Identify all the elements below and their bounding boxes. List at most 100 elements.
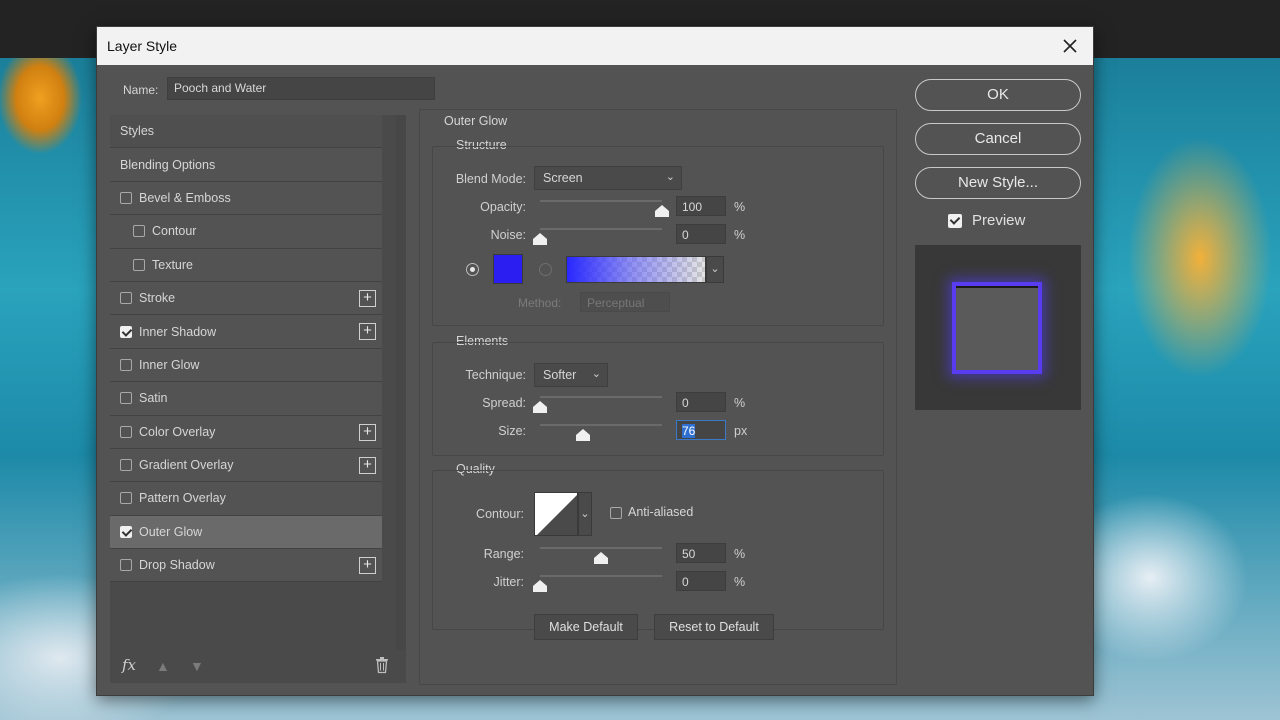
style-item-gradient-overlay[interactable]: Gradient Overlay + — [110, 448, 382, 483]
fx-icon[interactable]: fx — [122, 656, 136, 674]
method-value: Perceptual — [587, 296, 645, 310]
texture-checkbox[interactable] — [133, 258, 145, 271]
style-item-satin[interactable]: Satin — [110, 382, 382, 416]
close-icon[interactable] — [1057, 33, 1083, 59]
style-item-color-overlay[interactable]: Color Overlay + — [110, 415, 382, 449]
style-item-pattern-overlay[interactable]: Pattern Overlay — [110, 482, 382, 516]
style-item-blending-options[interactable]: Blending Options — [110, 148, 382, 182]
styles-scrollbar[interactable] — [396, 115, 406, 650]
size-input[interactable]: 76 — [676, 420, 726, 440]
ok-button[interactable]: OK — [915, 79, 1081, 111]
preview-checkbox[interactable] — [948, 214, 962, 228]
add-inner-shadow-icon[interactable]: + — [359, 323, 376, 341]
spread-slider-track[interactable] — [540, 396, 662, 398]
range-value: 50 — [682, 547, 696, 561]
preview-thumbnail — [915, 245, 1081, 410]
anti-aliased-checkbox[interactable] — [610, 507, 622, 519]
jitter-slider-thumb[interactable] — [533, 580, 547, 592]
contour-dropdown[interactable]: ⌄ — [578, 492, 592, 536]
gradient-overlay-checkbox[interactable] — [120, 459, 132, 472]
styles-panel-footer: fx ▲ ▼ — [110, 650, 406, 683]
anti-aliased-label: Anti-aliased — [628, 505, 694, 519]
spread-unit: % — [734, 396, 746, 410]
technique-select[interactable]: Softer ⌄ — [534, 363, 608, 387]
make-default-button[interactable]: Make Default — [534, 614, 638, 640]
style-item-label: Inner Shadow — [139, 324, 217, 339]
style-item-stroke[interactable]: Stroke + — [110, 281, 382, 316]
glow-color-swatch[interactable] — [493, 254, 523, 284]
style-item-label: Blending Options — [120, 157, 216, 172]
style-item-label: Contour — [152, 224, 197, 239]
style-item-bevel-emboss[interactable]: Bevel & Emboss — [110, 181, 382, 216]
range-slider-thumb[interactable] — [594, 552, 608, 564]
add-drop-shadow-icon[interactable]: + — [359, 557, 376, 575]
blend-mode-select[interactable]: Screen ⌄ — [534, 166, 682, 190]
size-label: Size: — [498, 424, 526, 438]
spread-input[interactable]: 0 — [676, 392, 726, 412]
pattern-overlay-checkbox[interactable] — [120, 492, 132, 505]
style-item-label: Texture — [152, 257, 193, 272]
styles-list: Styles Blending Options Bevel & Emboss Cont… — [110, 115, 382, 583]
size-slider-track[interactable] — [540, 424, 662, 426]
inner-glow-checkbox[interactable] — [120, 358, 132, 371]
solid-color-radio[interactable] — [466, 263, 479, 276]
style-item-drop-shadow[interactable]: Drop Shadow + — [110, 549, 382, 583]
style-item-styles[interactable]: Styles — [110, 115, 382, 149]
new-style-button[interactable]: New Style... — [915, 167, 1081, 199]
glow-gradient-picker[interactable] — [566, 256, 706, 283]
style-item-outer-glow[interactable]: Outer Glow — [110, 515, 382, 550]
bevel-emboss-checkbox[interactable] — [120, 191, 132, 204]
add-stroke-icon[interactable]: + — [359, 289, 376, 307]
color-overlay-checkbox[interactable] — [120, 425, 132, 438]
satin-checkbox[interactable] — [120, 392, 132, 405]
spread-slider-thumb[interactable] — [533, 401, 547, 413]
size-slider-thumb[interactable] — [575, 429, 590, 441]
opacity-input[interactable]: 100 — [676, 196, 726, 216]
gradient-dropdown[interactable]: ⌄ — [706, 256, 724, 283]
style-item-texture[interactable]: Texture — [110, 248, 382, 282]
outer-glow-title: Outer Glow — [444, 114, 508, 128]
layer-style-dialog: Layer Style Name: Pooch and Water Styles… — [96, 26, 1094, 696]
move-down-icon[interactable]: ▼ — [190, 658, 204, 674]
opacity-slider-track[interactable] — [540, 200, 662, 202]
chevron-down-icon: ⌄ — [580, 508, 590, 520]
inner-shadow-checkbox[interactable] — [120, 325, 132, 338]
opacity-slider-thumb[interactable] — [655, 205, 669, 217]
opacity-value: 100 — [682, 200, 703, 214]
preview-label: Preview — [972, 212, 1026, 229]
style-item-inner-shadow[interactable]: Inner Shadow + — [110, 315, 382, 349]
name-field[interactable]: Pooch and Water — [167, 77, 435, 100]
noise-input[interactable]: 0 — [676, 224, 726, 244]
opacity-unit: % — [734, 200, 746, 214]
move-up-icon[interactable]: ▲ — [156, 658, 170, 674]
chevron-down-icon: ⌄ — [665, 171, 675, 183]
reset-to-default-button[interactable]: Reset to Default — [654, 614, 774, 640]
outer-glow-checkbox[interactable] — [120, 525, 132, 538]
outer-glow-panel: Outer Glow Structure Blend Mode: Screen … — [419, 109, 897, 685]
gradient-radio[interactable] — [539, 263, 552, 276]
style-item-label: Styles — [120, 124, 155, 139]
range-input[interactable]: 50 — [676, 543, 726, 563]
jitter-slider-track[interactable] — [540, 575, 662, 577]
range-slider-track[interactable] — [540, 547, 662, 549]
trash-icon[interactable] — [374, 656, 390, 674]
stroke-checkbox[interactable] — [120, 292, 132, 305]
noise-slider-track[interactable] — [540, 228, 662, 230]
jitter-input[interactable]: 0 — [676, 571, 726, 591]
style-item-label: Gradient Overlay — [139, 458, 234, 473]
add-color-overlay-icon[interactable]: + — [359, 423, 376, 441]
blend-mode-value: Screen — [543, 171, 583, 185]
name-label: Name: — [123, 83, 159, 97]
cancel-button[interactable]: Cancel — [915, 123, 1081, 155]
spread-value: 0 — [682, 396, 689, 410]
noise-slider-thumb[interactable] — [533, 233, 547, 245]
contour-preview[interactable] — [534, 492, 578, 536]
add-gradient-overlay-icon[interactable]: + — [359, 456, 376, 474]
style-item-inner-glow[interactable]: Inner Glow — [110, 348, 382, 383]
dialog-title: Layer Style — [107, 38, 178, 54]
contour-checkbox[interactable] — [133, 225, 145, 238]
drop-shadow-checkbox[interactable] — [120, 559, 132, 572]
size-value: 76 — [682, 424, 696, 438]
style-item-label: Color Overlay — [139, 424, 216, 439]
style-item-contour[interactable]: Contour — [110, 215, 382, 249]
